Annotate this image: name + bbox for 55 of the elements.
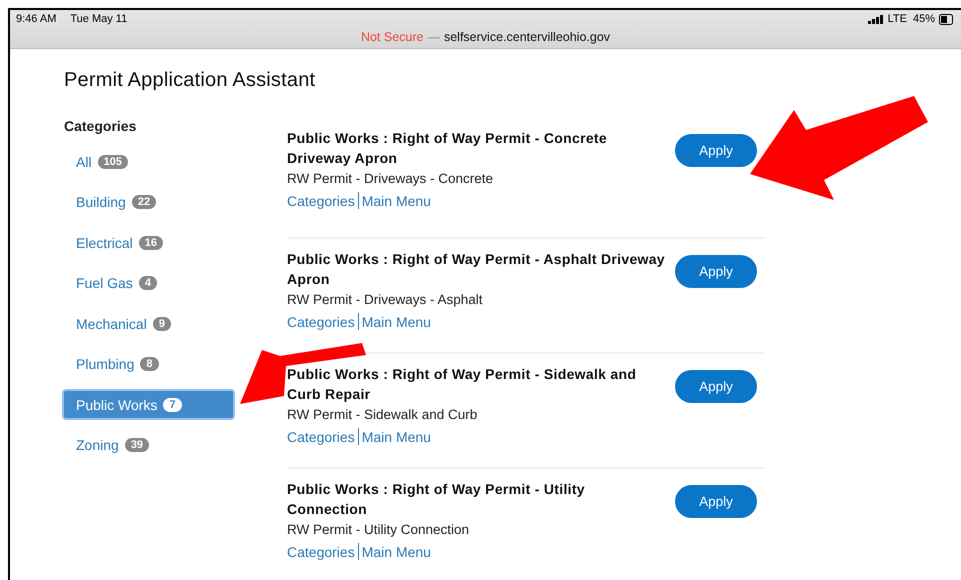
category-label: Building	[76, 194, 126, 210]
permit-subtitle: RW Permit - Sidewalk and Curb	[287, 407, 478, 422]
category-item[interactable]: Public Works 7	[62, 389, 235, 420]
sidebar-heading: Categories	[64, 118, 138, 134]
count-badge: 39	[124, 438, 150, 452]
battery-icon	[939, 14, 953, 24]
count-badge: 9	[152, 316, 171, 330]
count-badge: 105	[98, 154, 128, 168]
signal-icon	[868, 14, 884, 24]
category-label: Mechanical	[76, 316, 147, 332]
category-item[interactable]: All 105	[62, 146, 219, 177]
category-item[interactable]: Fuel Gas 4	[62, 268, 219, 298]
status-date: Tue May 11	[70, 13, 128, 25]
permit-title: Public Works : Right of Way Permit - Sidewalk and Curb Repair	[287, 365, 638, 404]
category-label: Plumbing	[76, 356, 134, 372]
apply-button[interactable]: Apply	[675, 370, 757, 403]
security-warning: Not Secure	[360, 30, 424, 44]
category-item[interactable]: Electrical 16	[62, 227, 219, 258]
category-label: Fuel Gas	[76, 275, 133, 291]
permit-link[interactable]: Categories	[287, 544, 355, 560]
category-label: Zoning	[76, 437, 119, 453]
category-item[interactable]: Plumbing 8	[62, 348, 219, 380]
url-domain[interactable]: selfservice.centervilleohio.gov	[444, 30, 610, 44]
permit-link[interactable]: Main Menu	[362, 428, 431, 444]
count-badge: 7	[163, 398, 182, 412]
category-label: Electrical	[76, 234, 133, 250]
apply-button[interactable]: Apply	[675, 255, 757, 288]
permit-link[interactable]: Main Menu	[362, 314, 431, 330]
count-badge: 4	[138, 276, 157, 290]
category-label: Public Works	[76, 396, 158, 412]
permit-title: Public Works : Right of Way Permit - Concrete Driveway Apron	[287, 129, 608, 168]
permit-subtitle: RW Permit - Utility Connection	[287, 522, 470, 537]
url-separator: —	[427, 30, 440, 44]
permit-subtitle: RW Permit - Driveways - Asphalt	[287, 292, 484, 307]
battery-percent: 45%	[912, 13, 935, 25]
permit-link[interactable]: Categories	[287, 192, 355, 208]
count-badge: 22	[132, 195, 156, 209]
permit-title: Public Works : Right of Way Permit - Asphalt Driveway Apron	[287, 250, 666, 289]
category-item[interactable]: Building 22	[62, 186, 219, 218]
status-time: 9:46 AM	[16, 13, 56, 25]
apply-button[interactable]: Apply	[675, 485, 757, 518]
network-label: LTE	[888, 13, 907, 25]
permit-link[interactable]: Categories	[287, 428, 355, 444]
page-title: Permit Application Assistant	[64, 69, 316, 92]
permit-subtitle: RW Permit - Driveways - Concrete	[287, 171, 494, 186]
count-badge: 8	[140, 357, 158, 371]
category-item[interactable]: Zoning 39	[62, 430, 219, 460]
apply-button[interactable]: Apply	[675, 134, 757, 167]
permit-link[interactable]: Main Menu	[362, 192, 431, 208]
permit-link[interactable]: Main Menu	[362, 544, 431, 560]
permit-link[interactable]: Categories	[287, 314, 355, 330]
category-item[interactable]: Mechanical 9	[62, 308, 219, 339]
permit-title: Public Works : Right of Way Permit - Utility Connection	[287, 480, 586, 519]
category-label: All	[76, 154, 92, 170]
count-badge: 16	[138, 236, 164, 250]
